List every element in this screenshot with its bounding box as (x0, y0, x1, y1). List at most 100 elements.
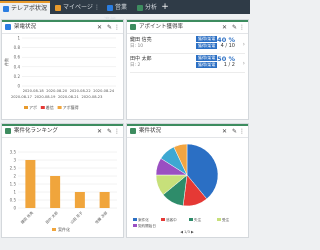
panel-title: 案件化ランキング (14, 128, 58, 134)
tick-label: 0.6 (14, 55, 21, 60)
legend-swatch (133, 224, 137, 227)
panel-header: 架電状況 ✕ ✎ ⋮ (2, 22, 123, 34)
status-badge: 獲得/架電 (196, 62, 218, 68)
panel-title: 架電状況 (14, 24, 37, 30)
legend-swatch (133, 218, 137, 221)
tab-menu-icon[interactable]: ⋮ (42, 3, 48, 15)
close-icon[interactable]: ✕ (222, 23, 227, 32)
tick-label: 2020-08-20 (46, 89, 68, 93)
panel-header: 案件化ランキング ✕ ✎ ⋮ (2, 126, 123, 138)
bar (99, 192, 110, 208)
legend-pager: ◀ 1/3 ▶ (180, 230, 194, 234)
panel-call-status: 架電状況 ✕ ✎ ⋮ 0 0.2 0.4 0.6 0.8 1 件数 2020-08-17 202… (2, 20, 123, 119)
legend-swatch (52, 228, 56, 231)
bar (50, 176, 61, 208)
status-badge: 獲得/架電 (196, 36, 218, 42)
tick-label: 1 (17, 36, 20, 41)
menu-icon[interactable]: ⋮ (239, 23, 245, 32)
legend-swatch (40, 106, 45, 109)
panel-title: 案件状況 (139, 128, 162, 134)
legend-swatch (189, 218, 193, 221)
status-badge: 獲得/架電 (196, 43, 218, 49)
list-item[interactable]: 鍵田 信亮 日: 10 獲得/架電 獲得/架電 40 % 4 / 10 › (130, 36, 245, 54)
tick-label: 2 (13, 174, 16, 179)
tick-label: 佐藤 次郎 (94, 210, 109, 225)
tab-teleapo[interactable]: テレアポ状況 ⋮ (0, 1, 50, 15)
tick-label: 2020-08-21 (58, 95, 79, 99)
edit-icon[interactable]: ✎ (232, 127, 237, 136)
member-name: 鍵田 信亮 (130, 37, 152, 43)
tab-sales-progress[interactable]: 営業進捗 (104, 2, 132, 24)
folder-icon (130, 128, 136, 134)
tab-analysis[interactable]: 分析 (134, 2, 158, 14)
legend-label: アポ獲得 (63, 104, 79, 110)
panel-appointment-rate: アポイント獲得率 ✕ ✎ ⋮ 鍵田 信亮 日: 10 獲得/架電 獲得/架電 4… (127, 20, 248, 119)
legend-label: 契約開始日 (138, 223, 156, 228)
tick-label: 山田 花子 (69, 210, 84, 225)
case-ranking-chart: 0 0.5 1 1.5 2 2.5 3 3.5 鍵田 信亮 田中 太郎 山田 花子 佐藤 次郎案件化 (10, 150, 117, 232)
phone-icon (5, 24, 11, 30)
calendar-icon (130, 24, 136, 30)
tick-label: 0.4 (14, 64, 21, 69)
panel-title: アポイント獲得率 (139, 24, 184, 30)
panel-header: 案件状況 ✕ ✎ ⋮ (127, 126, 248, 138)
edit-icon[interactable]: ✎ (107, 23, 112, 32)
legend-label: 案件化 (58, 226, 70, 232)
user-icon (55, 5, 61, 11)
legend-swatch (24, 106, 28, 109)
member-name: 田中 太郎 (130, 56, 152, 62)
member-date: 日: 10 (130, 44, 144, 49)
call-status-chart: 00.20.40.60.81件数2020-08-172020-08-182020… (3, 36, 116, 110)
menu-icon[interactable]: ⋮ (114, 127, 120, 136)
monitor-icon (3, 6, 9, 12)
panel-case-status: 案件状況 ✕ ✎ ⋮ 案件化 追客中 失注 受注 契約開始日 ◀ 1/3 ▶ (127, 124, 248, 237)
panel-header: アポイント獲得率 ✕ ✎ ⋮ (127, 22, 248, 34)
bar (74, 192, 85, 208)
tab-menu-icon[interactable]: ⋮ (94, 2, 100, 14)
tick-label: 0.5 (10, 198, 17, 203)
tick-label: 2020-08-19 (34, 95, 56, 99)
menu-icon[interactable]: ⋮ (239, 127, 245, 136)
axis-label: 件数 (3, 58, 9, 66)
tick-label: 1.5 (10, 182, 17, 187)
tick-label: 0.8 (14, 45, 21, 50)
legend-label: 案件化 (138, 217, 149, 222)
close-icon[interactable]: ✕ (97, 23, 102, 32)
tick-label: 鍵田 信亮 (20, 210, 35, 225)
add-tab-button[interactable]: + (160, 2, 170, 12)
menu-icon[interactable]: ⋮ (114, 23, 120, 32)
tick-label: 2020-08-17 (11, 95, 32, 99)
tick-label: 2020-08-24 (93, 89, 115, 93)
chevron-right-icon: › (242, 41, 245, 48)
tick-label: 0.2 (14, 74, 21, 79)
legend-label: 着信 (46, 104, 54, 110)
list-icon (107, 5, 113, 11)
legend-swatch (217, 218, 221, 221)
count-value: 4 / 10 (220, 43, 235, 49)
legend-label: 失注 (194, 217, 202, 222)
tick-label: 田中 太郎 (44, 210, 59, 225)
legend-label: アポ (29, 104, 37, 110)
panel-case-ranking: 案件化ランキング ✕ ✎ ⋮ 0 0.5 1 1.5 2 2.5 3 3.5 鍵田 信亮 田中 太… (2, 124, 123, 237)
count-value: 1 / 2 (223, 62, 235, 68)
tick-label: 2020-08-18 (23, 89, 45, 93)
tick-label: 2.5 (10, 166, 17, 171)
member-date: 日: 2 (130, 63, 141, 68)
legend-swatch (57, 106, 62, 109)
legend-label: 追客中 (166, 217, 177, 222)
status-badge: 獲得/架電 (196, 55, 218, 61)
close-icon[interactable]: ✕ (222, 127, 227, 136)
tick-label: 0 (13, 206, 16, 211)
case-status-chart: 案件化 追客中 失注 受注契約開始日 ◀ 1/3 ▶ (133, 143, 230, 234)
tab-mypage[interactable]: マイページ ⋮ (52, 2, 102, 14)
tick-label: 0 (17, 84, 20, 89)
legend-swatch (161, 218, 165, 221)
tick-label: 3 (13, 158, 16, 163)
tab-bar: テレアポ状況 ⋮ マイページ ⋮ 営業進捗 分析 + (0, 0, 250, 24)
list-item[interactable]: 田中 太郎 日: 2 獲得/架電 獲得/架電 50 % 1 / 2 › (130, 55, 245, 73)
tick-label: 3.5 (10, 150, 17, 155)
edit-icon[interactable]: ✎ (107, 127, 112, 136)
close-icon[interactable]: ✕ (97, 127, 102, 136)
tick-label: 2020-08-22 (70, 89, 91, 93)
edit-icon[interactable]: ✎ (232, 23, 237, 32)
